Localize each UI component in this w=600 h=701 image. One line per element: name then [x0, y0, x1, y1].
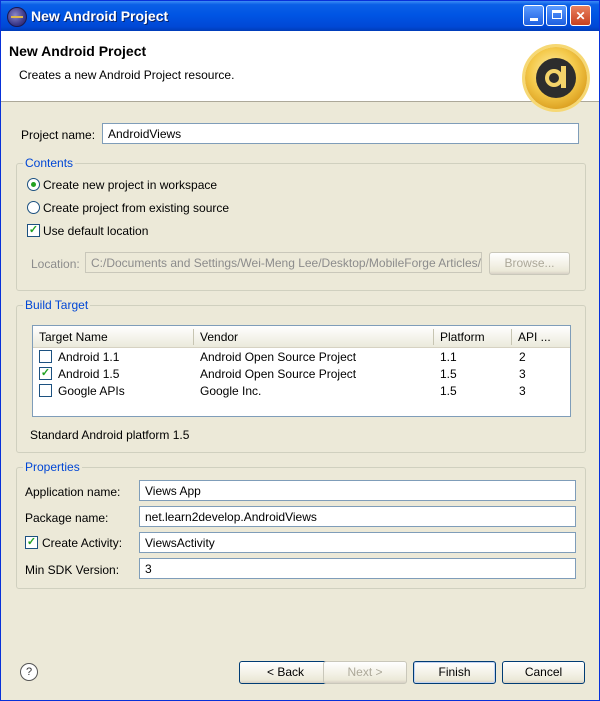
build-target-table[interactable]: Target Name Vendor Platform API ... Andr…: [32, 325, 571, 417]
project-name-input[interactable]: AndroidViews: [102, 123, 579, 144]
row-vendor: Google Inc.: [200, 384, 262, 398]
target-description: Standard Android platform 1.5: [30, 428, 190, 442]
next-button[interactable]: Next >: [323, 661, 407, 684]
row-platform: 1.1: [440, 350, 457, 364]
page-description: Creates a new Android Project resource.: [19, 68, 235, 82]
window-title: New Android Project: [31, 8, 169, 24]
row-platform: 1.5: [440, 384, 457, 398]
column-header-target-name[interactable]: Target Name: [33, 326, 194, 348]
row-api: 3: [519, 367, 526, 381]
package-name-input[interactable]: net.learn2develop.AndroidViews: [139, 506, 576, 527]
back-button[interactable]: < Back: [239, 661, 332, 684]
application-name-input[interactable]: Views App: [139, 480, 576, 501]
package-name-label: Package name:: [25, 511, 109, 525]
row-api: 3: [519, 384, 526, 398]
create-activity-checkbox[interactable]: ✓: [25, 536, 38, 549]
cancel-button[interactable]: Cancel: [502, 661, 585, 684]
maximize-icon: [551, 10, 562, 19]
page-title: New Android Project: [9, 43, 147, 59]
finish-button[interactable]: Finish: [413, 661, 496, 684]
minimize-icon: [529, 18, 538, 21]
row-vendor: Android Open Source Project: [200, 350, 357, 364]
build-target-group-title: Build Target: [23, 298, 91, 312]
create-activity-input[interactable]: ViewsActivity: [139, 532, 576, 553]
maximize-button[interactable]: [546, 5, 567, 26]
row-api: 2: [519, 350, 526, 364]
close-button[interactable]: ✕: [570, 5, 591, 26]
properties-group-title: Properties: [23, 460, 82, 474]
row-target-name: Android 1.1: [58, 350, 120, 364]
row-checkbox[interactable]: [39, 384, 52, 397]
row-platform: 1.5: [440, 367, 457, 381]
column-header-platform[interactable]: Platform: [434, 326, 512, 348]
create-existing-radio[interactable]: [27, 201, 40, 214]
help-icon[interactable]: ?: [20, 663, 38, 681]
column-header-vendor[interactable]: Vendor: [194, 326, 434, 348]
wizard-header: New Android Project Creates a new Androi…: [1, 31, 599, 102]
create-activity-label: Create Activity:: [42, 536, 123, 550]
use-default-location-checkbox[interactable]: ✓: [27, 224, 40, 237]
min-sdk-label: Min SDK Version:: [25, 563, 120, 577]
minimize-button[interactable]: [523, 5, 544, 26]
row-vendor: Android Open Source Project: [200, 367, 357, 381]
row-checkbox[interactable]: [39, 350, 52, 363]
use-default-location-label: Use default location: [43, 224, 149, 238]
android-sdk-logo-icon: [525, 47, 587, 109]
title-bar[interactable]: New Android Project ✕: [1, 1, 599, 31]
column-header-api[interactable]: API ...: [512, 326, 570, 348]
create-new-label: Create new project in workspace: [43, 178, 218, 192]
location-input[interactable]: C:/Documents and Settings/Wei-Meng Lee/D…: [85, 252, 482, 273]
eclipse-icon: [7, 7, 27, 27]
location-label: Location:: [31, 257, 80, 271]
row-target-name: Android 1.5: [58, 367, 120, 381]
create-existing-label: Create project from existing source: [43, 201, 230, 215]
contents-group-title: Contents: [23, 156, 76, 170]
create-new-radio[interactable]: [27, 178, 40, 191]
row-checkbox[interactable]: ✓: [39, 367, 52, 380]
min-sdk-input[interactable]: 3: [139, 558, 576, 579]
browse-button[interactable]: Browse...: [489, 252, 570, 275]
project-name-label: Project name:: [21, 128, 96, 142]
row-target-name: Google APIs: [58, 384, 125, 398]
new-android-project-window: New Android Project ✕ New Android Projec…: [0, 0, 600, 701]
application-name-label: Application name:: [25, 485, 121, 499]
close-icon: ✕: [575, 9, 586, 23]
